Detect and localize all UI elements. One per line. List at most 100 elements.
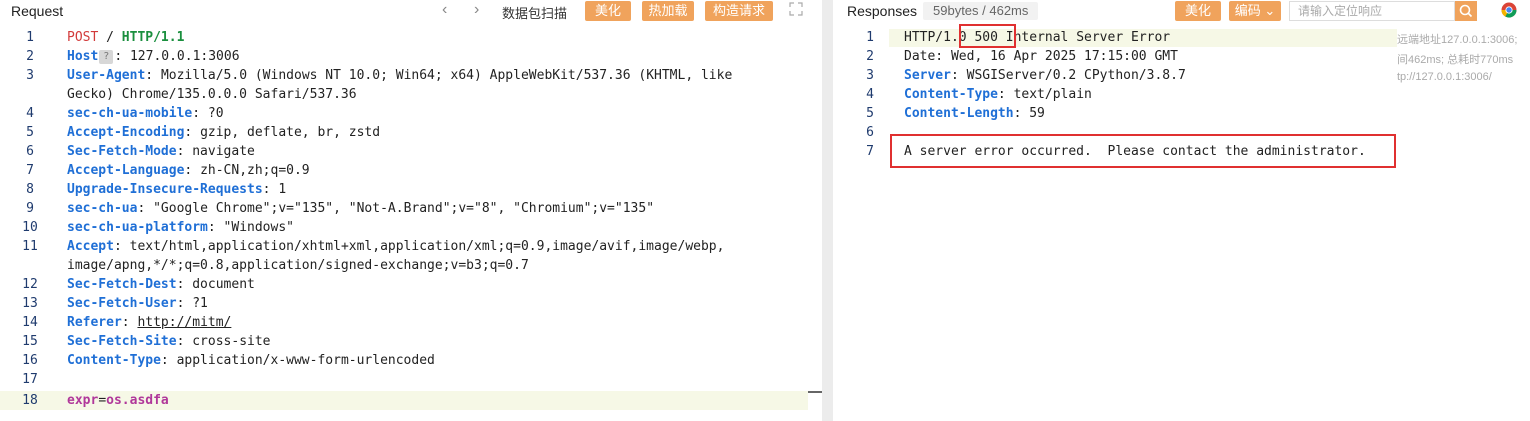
pane-splitter[interactable] xyxy=(822,0,833,421)
header-line: Accept-Language: zh-CN,zh;q=0.9 xyxy=(67,163,310,178)
header-key: Accept-Encoding xyxy=(67,125,185,140)
header-value: "Google Chrome";v="135", "Not-A.Brand";v… xyxy=(153,201,655,216)
header-key: Server xyxy=(904,68,951,83)
header-line: sec-ch-ua-mobile: ?0 xyxy=(67,106,224,121)
chrome-icon[interactable] xyxy=(1501,2,1517,18)
line-number: 11 xyxy=(22,239,38,254)
request-title: Request xyxy=(11,3,64,19)
nav-back-icon[interactable]: ‹ xyxy=(442,1,447,19)
header-value: text/html,application/xhtml+xml,applicat… xyxy=(129,239,725,254)
response-title: Responses xyxy=(847,3,918,19)
header-value: application/x-www-form-urlencoded xyxy=(176,353,435,368)
line-number: 17 xyxy=(22,372,38,387)
line-number: 8 xyxy=(26,182,34,197)
param-key: expr xyxy=(67,393,99,408)
request-pane: Request ‹ › 数据包扫描 美化 热加载 构造请求 1 POST / H… xyxy=(0,0,822,421)
timing-info: 间462ms; 总耗时770ms xyxy=(1397,54,1514,66)
response-search-input[interactable]: 请输入定位响应 xyxy=(1289,1,1455,21)
header-value: WSGIServer/0.2 CPython/3.8.7 xyxy=(966,68,1186,83)
response-stats-badge: 59bytes / 462ms xyxy=(923,2,1039,20)
response-beautify-button[interactable]: 美化 xyxy=(1175,1,1221,21)
header-line: Referer: http://mitm/ xyxy=(67,315,232,330)
header-key: Sec-Fetch-Site xyxy=(67,334,177,349)
line-number: 4 xyxy=(866,87,874,102)
header-line: Content-Length: 59 xyxy=(904,106,1045,121)
status-reason: Internal Server Error xyxy=(1005,30,1171,45)
date-header-line: Date: Wed, 16 Apr 2025 17:15:00 GMT xyxy=(904,49,1178,64)
header-line: Upgrade-Insecure-Requests: 1 xyxy=(67,182,287,197)
header-line: Host?: 127.0.0.1:3006 xyxy=(67,49,240,64)
header-key: sec-ch-ua-mobile xyxy=(67,106,193,121)
header-line: Accept: text/html,application/xhtml+xml,… xyxy=(67,239,725,254)
line-number: 12 xyxy=(22,277,38,292)
referer-link[interactable]: http://mitm/ xyxy=(137,315,231,330)
search-button[interactable] xyxy=(1455,1,1477,21)
scrollbar-marker[interactable] xyxy=(808,391,822,393)
line-number: 6 xyxy=(26,144,34,159)
line-number: 2 xyxy=(26,49,34,64)
header-key: Sec-Fetch-Mode xyxy=(67,144,177,159)
encoding-dropdown[interactable]: 编码 ⌄ xyxy=(1229,1,1281,21)
expand-icon[interactable] xyxy=(789,2,803,16)
header-key: Accept xyxy=(67,239,114,254)
url-info: tp://127.0.0.1:3006/ xyxy=(1397,71,1492,83)
header-key: Sec-Fetch-Dest xyxy=(67,277,177,292)
request-path: / xyxy=(106,30,114,45)
header-value: 127.0.0.1:3006 xyxy=(129,49,240,64)
hot-load-button[interactable]: 热加载 xyxy=(642,1,694,21)
beautify-button[interactable]: 美化 xyxy=(585,1,631,21)
header-value: ?1 xyxy=(192,296,208,311)
header-line: sec-ch-ua-platform: "Windows" xyxy=(67,220,294,235)
line-number: 1 xyxy=(26,30,34,45)
line-number: 4 xyxy=(26,106,34,121)
response-toolbar: Responses 59bytes / 462ms 美化 编码 ⌄ 请输入定位响… xyxy=(833,0,1530,22)
http-version: HTTP/1.1 xyxy=(121,30,185,45)
line-number: 7 xyxy=(866,144,874,159)
nav-forward-icon[interactable]: › xyxy=(474,1,479,19)
header-value: ?0 xyxy=(207,106,224,121)
header-line: Content-Type: application/x-www-form-url… xyxy=(67,353,435,368)
line-number: 3 xyxy=(866,68,874,83)
header-line: User-Agent: Mozilla/5.0 (Windows NT 10.0… xyxy=(67,68,733,83)
status-code-highlight-box xyxy=(959,24,1016,48)
host-help-badge[interactable]: ? xyxy=(99,49,114,64)
line-number: 16 xyxy=(22,353,38,368)
response-pane: Responses 59bytes / 462ms 美化 编码 ⌄ 请输入定位响… xyxy=(833,0,1530,421)
header-value: Mozilla/5.0 (Windows NT 10.0; Win64; x64… xyxy=(160,68,733,83)
header-key: Referer xyxy=(67,315,122,330)
header-key: Accept-Language xyxy=(67,163,185,178)
header-key: Content-Length xyxy=(904,106,1014,121)
line-number: 10 xyxy=(22,220,38,235)
header-value: navigate xyxy=(192,144,255,159)
line-number: 13 xyxy=(22,296,38,311)
header-value-wrap: image/apng,*/*;q=0.8,application/signed-… xyxy=(67,258,529,273)
header-value: 59 xyxy=(1029,106,1045,121)
line-number: 14 xyxy=(22,315,38,330)
line-number: 5 xyxy=(26,125,34,140)
header-value: text/plain xyxy=(1013,87,1092,102)
header-key: Content-Type xyxy=(904,87,998,102)
param-value: os.asdfa xyxy=(106,393,169,408)
header-line: Sec-Fetch-User: ?1 xyxy=(67,296,208,311)
line-number: 7 xyxy=(26,163,34,178)
header-line: Sec-Fetch-Dest: document xyxy=(67,277,255,292)
header-line: Accept-Encoding: gzip, deflate, br, zstd xyxy=(67,125,381,140)
request-toolbar: Request ‹ › 数据包扫描 美化 热加载 构造请求 xyxy=(0,0,822,22)
header-key: Host xyxy=(67,49,99,64)
header-key: sec-ch-ua-platform xyxy=(67,220,208,235)
header-value: cross-site xyxy=(192,334,271,349)
header-value-wrap: Gecko) Chrome/135.0.0.0 Safari/537.36 xyxy=(67,87,357,102)
line-number: 18 xyxy=(22,393,38,408)
header-key: Upgrade-Insecure-Requests xyxy=(67,182,263,197)
header-line: Content-Type: text/plain xyxy=(904,87,1092,102)
status-line: HTTP/1.0 500 Internal Server Error xyxy=(904,30,1170,45)
line-number: 3 xyxy=(26,68,34,83)
header-line: Sec-Fetch-Site: cross-site xyxy=(67,334,271,349)
line-number: 15 xyxy=(22,334,38,349)
http-version: HTTP/1.0 xyxy=(904,30,967,45)
header-value: gzip, deflate, br, zstd xyxy=(200,125,381,140)
header-value: document xyxy=(192,277,255,292)
construct-request-button[interactable]: 构造请求 xyxy=(705,1,773,21)
body-highlight-box xyxy=(890,134,1396,168)
packet-scan-button[interactable]: 数据包扫描 xyxy=(502,3,567,22)
